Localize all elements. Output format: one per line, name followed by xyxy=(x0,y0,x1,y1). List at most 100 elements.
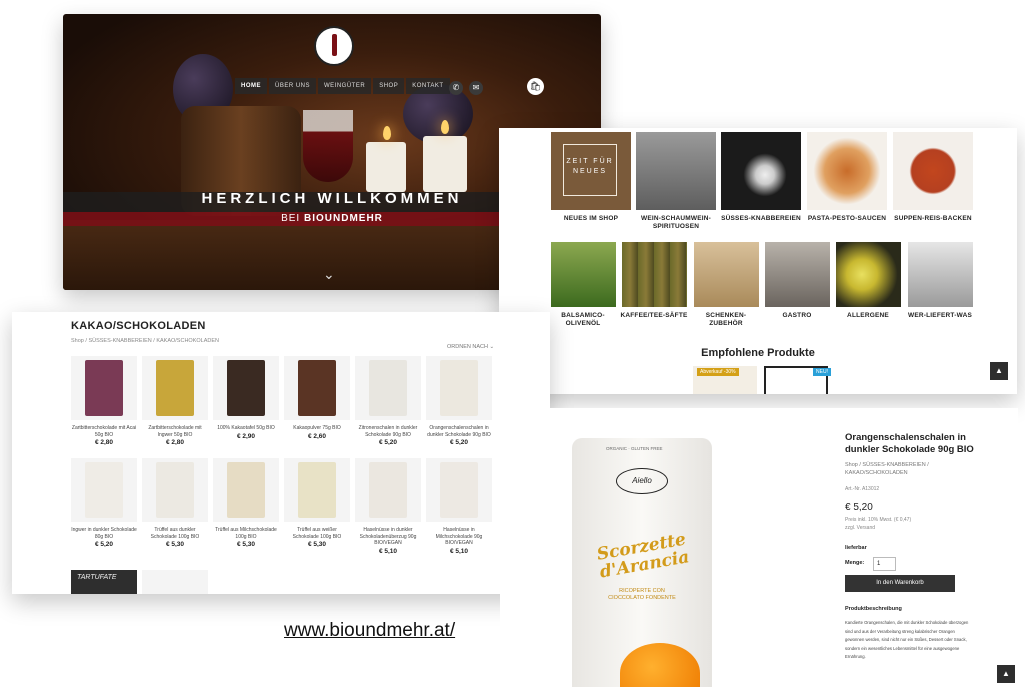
product-card[interactable]: Ingwer in dunkler Schokolade 80g BIO € 5,… xyxy=(71,458,137,548)
product-card[interactable]: 100% Kakaotafel 50g BIO € 2,90 xyxy=(213,356,279,440)
category-kaffee[interactable]: KAFFEE/TEE-SÄFTE xyxy=(619,242,689,320)
product-name[interactable]: Trüffel aus Milchschokolade 100g BIO xyxy=(213,527,279,540)
product-sku: Art.-Nr. A13012 xyxy=(845,486,880,492)
product-card-partial[interactable]: TARTUFATE xyxy=(71,570,137,594)
product-image[interactable] xyxy=(142,458,208,522)
product-price: € 5,10 xyxy=(378,547,398,555)
category-schenken[interactable]: SCHENKEN-ZUBEHÖR xyxy=(691,242,761,328)
product-card[interactable]: Trüffel aus Milchschokolade 100g BIO € 5,… xyxy=(213,458,279,548)
product-name[interactable]: Zitronenschalen in dunkler Schokolade 90… xyxy=(355,425,421,438)
product-price: € 5,30 xyxy=(165,541,185,548)
category-label: SÜSSES-KNABBEREIEN xyxy=(721,215,801,222)
product-image[interactable] xyxy=(426,458,492,522)
product-breadcrumb[interactable]: Shop / SÜSSES-KNABBEREIEN / KAKAO/SCHOKO… xyxy=(845,461,985,477)
flame-image xyxy=(383,126,391,140)
product-card-partial[interactable] xyxy=(142,570,208,594)
product-image[interactable] xyxy=(284,458,350,522)
category-image xyxy=(721,132,801,210)
site-logo[interactable] xyxy=(314,26,354,66)
quantity-label: Menge: xyxy=(845,560,865,566)
nav-ueber-uns[interactable]: ÜBER UNS xyxy=(269,78,317,94)
product-name[interactable]: Zartbitterschokolade mit Acai 50g BIO xyxy=(71,425,137,438)
category-allergene[interactable]: ALLERGENE xyxy=(833,242,903,320)
orange-image xyxy=(620,643,700,687)
product-image[interactable] xyxy=(426,356,492,420)
cart-icon[interactable]: 🛍 xyxy=(527,78,544,95)
product-package xyxy=(156,360,194,416)
category-neues-im-shop[interactable]: ZEIT FÜR NEUES NEUES IM SHOP xyxy=(551,132,631,223)
product-package xyxy=(369,360,407,416)
product-name[interactable]: Kakaopulver 75g BIO xyxy=(284,425,350,432)
product-card[interactable]: Kakaopulver 75g BIO € 2,60 xyxy=(284,356,350,440)
nav-kontakt[interactable]: KONTAKT xyxy=(406,78,450,94)
product-name[interactable]: Orangenschalenschalen in dunkler Schokol… xyxy=(426,425,492,438)
category-label: GASTRO xyxy=(782,312,812,319)
product-name[interactable]: Ingwer in dunkler Schokolade 80g BIO xyxy=(71,527,137,540)
flame-image xyxy=(441,120,449,134)
product-image[interactable] xyxy=(355,356,421,420)
mail-icon[interactable]: ✉ xyxy=(469,81,483,95)
scroll-top-button[interactable]: ▲ xyxy=(990,362,1008,380)
category-suesses[interactable]: SÜSSES-KNABBEREIEN xyxy=(721,132,801,223)
product-price: € 5,20 xyxy=(845,502,873,513)
sub-prefix: BEI xyxy=(281,213,301,224)
chevron-down-icon[interactable]: ⌄ xyxy=(323,266,335,283)
product-card[interactable]: Haselnüsse in dunkler Schokoladenüberzug… xyxy=(355,458,421,555)
product-name[interactable]: Zartbitterschokolade mit Ingwer 50g BIO xyxy=(142,425,208,438)
breadcrumb-item[interactable]: SÜSSES-KNABBEREIEN xyxy=(88,338,151,344)
nav-shop[interactable]: SHOP xyxy=(373,78,405,94)
category-wein[interactable]: WEIN-SCHAUMWEIN-SPIRITUOSEN xyxy=(635,132,717,231)
product-card[interactable]: Zartbitterschokolade mit Acai 50g BIO € 2… xyxy=(71,356,137,446)
category-label: WEIN-SCHAUMWEIN-SPIRITUOSEN xyxy=(641,215,711,230)
product-name[interactable]: 100% Kakaotafel 50g BIO xyxy=(213,425,279,432)
product-name[interactable]: Trüffel aus weißer Schokolade 100g BIO xyxy=(284,527,350,540)
product-price: € 2,80 xyxy=(165,439,185,446)
product-card[interactable]: Trüffel aus dunkler Schokolade 100g BIO €… xyxy=(142,458,208,548)
nav-weingueter[interactable]: WEINGÜTER xyxy=(318,78,372,94)
product-price: € 5,30 xyxy=(307,541,327,548)
category-image xyxy=(835,242,901,307)
product-card[interactable]: Zitronenschalen in dunkler Schokolade 90… xyxy=(355,356,421,446)
product-image[interactable] xyxy=(71,458,137,522)
product-image[interactable] xyxy=(213,356,279,420)
product-package xyxy=(369,462,407,518)
website-url[interactable]: www.bioundmehr.at/ xyxy=(284,620,455,642)
quantity-input[interactable]: 1 xyxy=(873,557,896,571)
product-image[interactable] xyxy=(71,356,137,420)
category-pasta[interactable]: PASTA-PESTO-SAUCEN xyxy=(806,132,888,223)
product-price: € 5,20 xyxy=(378,439,398,446)
sort-label: ORDNEN NACH xyxy=(447,344,488,350)
shipping-info[interactable]: zzgl. Versand xyxy=(845,525,875,531)
add-to-cart-button[interactable]: In den Warenkorb xyxy=(845,575,955,592)
category-suppen[interactable]: SUPPEN-REIS-BACKEN xyxy=(892,132,974,223)
product-card[interactable]: Haselnüsse in Milchschokolade 90g BIO/VE… xyxy=(426,458,492,555)
bag-title: Scorzette d'Arancia xyxy=(595,529,691,583)
product-image[interactable] xyxy=(142,356,208,420)
product-image[interactable] xyxy=(284,356,350,420)
product-image[interactable] xyxy=(213,458,279,522)
product-name[interactable]: Haselnüsse in dunkler Schokoladenüberzug… xyxy=(355,527,421,547)
product-card[interactable]: Orangenschalenschalen in dunkler Schokol… xyxy=(426,356,492,446)
category-label: NEUES IM SHOP xyxy=(563,215,619,222)
product-card[interactable]: Zartbitterschokolade mit Ingwer 50g BIO €… xyxy=(142,356,208,446)
breadcrumb-item[interactable]: Shop xyxy=(71,338,84,344)
category-balsamico[interactable]: BALSAMICO-OLIVENÖL xyxy=(549,242,617,328)
product-card[interactable]: Trüffel aus weißer Schokolade 100g BIO € … xyxy=(284,458,350,548)
category-gastro[interactable]: GASTRO xyxy=(762,242,832,320)
category-label: WER-LIEFERT-WAS xyxy=(907,312,973,319)
category-label: KAFFEE/TEE-SÄFTE xyxy=(620,312,688,319)
description-title: Produktbeschreibung xyxy=(845,606,902,612)
product-name[interactable]: Trüffel aus dunkler Schokolade 100g BIO xyxy=(142,527,208,540)
phone-icon[interactable]: ✆ xyxy=(449,81,463,95)
product-image[interactable] xyxy=(355,458,421,522)
category-wer-liefert-was[interactable]: WER-LIEFERT-WAS xyxy=(903,242,977,320)
product-package xyxy=(298,462,336,518)
availability: lieferbar xyxy=(845,545,867,551)
product-name[interactable]: Haselnüsse in Milchschokolade 90g BIO/VE… xyxy=(426,527,492,547)
product-image[interactable]: ORGANIC · GLUTEN FREE Aiello Scorzette d… xyxy=(572,438,712,687)
scroll-top-button[interactable]: ▲ xyxy=(997,665,1015,683)
category-page-screenshot: KAKAO/SCHOKOLADEN Shop / SÜSSES-KNABBERE… xyxy=(12,312,550,594)
tile-text: ZEIT FÜR NEUES xyxy=(563,144,617,196)
nav-home[interactable]: HOME xyxy=(235,78,267,94)
sort-dropdown[interactable]: ORDNEN NACH ⌄ xyxy=(447,344,494,350)
